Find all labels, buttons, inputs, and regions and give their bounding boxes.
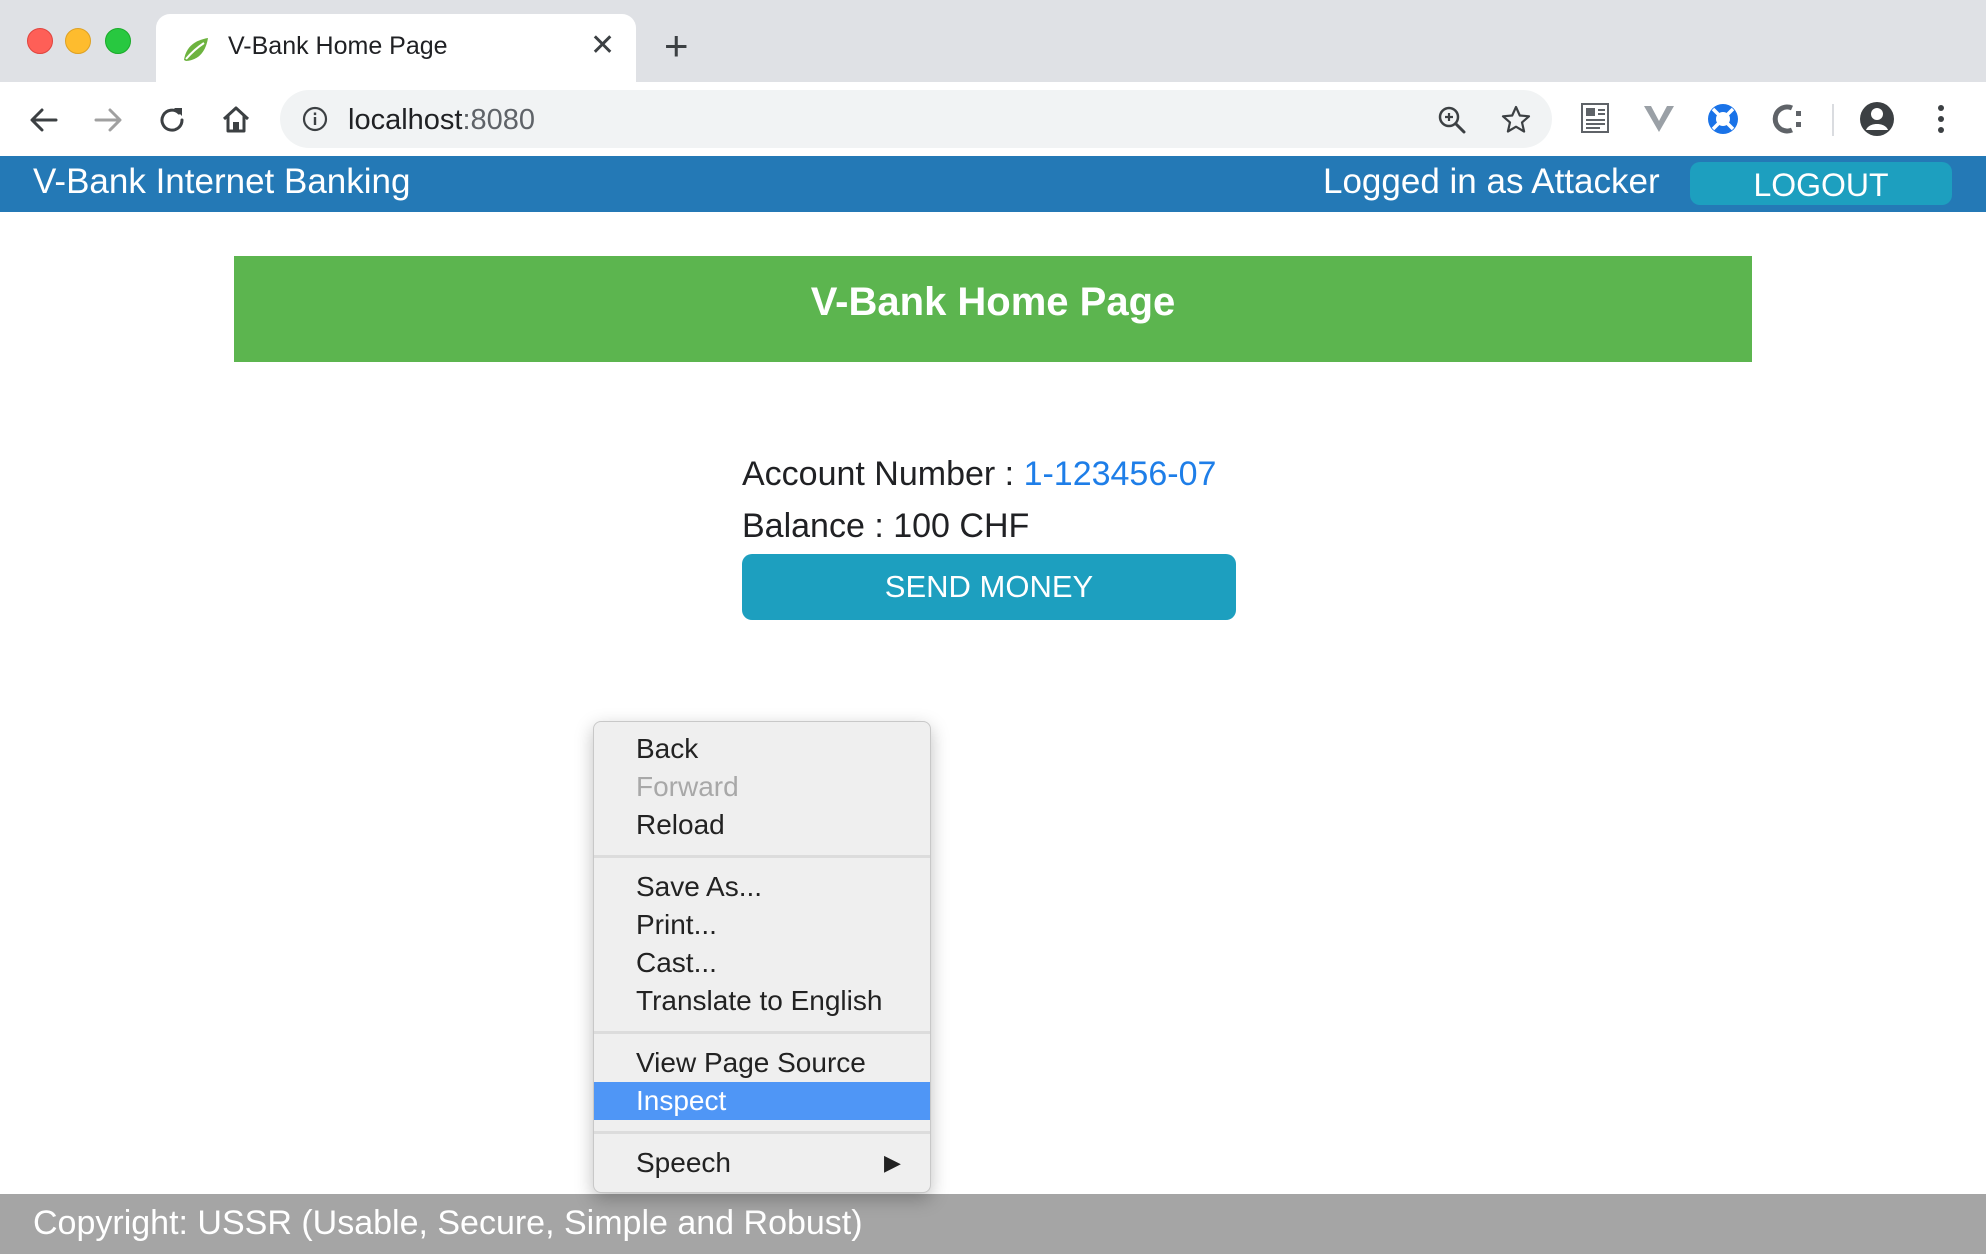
tab-title: V-Bank Home Page — [228, 32, 448, 60]
tab-close-icon[interactable]: ✕ — [590, 30, 615, 62]
home-icon[interactable] — [216, 100, 256, 140]
submenu-arrow-icon: ▶ — [884, 1150, 901, 1175]
window-minimize-button[interactable] — [65, 28, 91, 54]
send-money-button[interactable]: SEND MONEY — [742, 554, 1236, 620]
app-header: V-Bank Internet Banking Logged in as Att… — [0, 156, 1986, 212]
address-bar[interactable]: localhost:8080 — [280, 90, 1552, 148]
menu-item-view-source[interactable]: View Page Source — [594, 1044, 930, 1082]
logged-in-status: Logged in as Attacker — [1323, 162, 1660, 201]
bookmark-star-icon[interactable] — [1500, 104, 1532, 136]
browser-toolbar: localhost:8080 — [0, 82, 1986, 156]
account-number-label: Account Number : — [742, 455, 1024, 493]
url-port: :8080 — [462, 104, 536, 136]
extension-reader-icon[interactable] — [1578, 100, 1616, 138]
menu-item-label: Inspect — [636, 1085, 727, 1116]
menu-separator — [594, 1031, 930, 1034]
menu-item-label: Speech — [636, 1147, 731, 1178]
menu-item-label: Translate to English — [636, 985, 883, 1016]
extension-c-icon[interactable] — [1770, 100, 1808, 138]
menu-item-label: Back — [636, 733, 699, 764]
menu-item-label: Save As... — [636, 871, 763, 902]
url-host: localhost — [348, 104, 463, 136]
balance-row: Balance : 100 CHF — [742, 507, 1029, 546]
page-title-banner: V-Bank Home Page — [234, 256, 1752, 362]
footer-copyright: Copyright: USSR (Usable, Secure, Simple … — [33, 1204, 863, 1242]
site-info-icon[interactable] — [302, 106, 328, 132]
balance-value: 100 CHF — [893, 507, 1030, 545]
menu-item-translate[interactable]: Translate to English — [594, 982, 930, 1020]
app-footer: Copyright: USSR (Usable, Secure, Simple … — [0, 1194, 1986, 1254]
menu-separator — [594, 1131, 930, 1134]
browser-menu-icon[interactable] — [1922, 100, 1960, 138]
menu-item-reload[interactable]: Reload — [594, 806, 930, 844]
page-title: V-Bank Home Page — [810, 280, 1176, 324]
menu-item-save-as[interactable]: Save As... — [594, 868, 930, 906]
reload-icon[interactable] — [152, 100, 192, 140]
back-arrow-icon[interactable] — [24, 100, 64, 140]
menu-item-label: Cast... — [636, 947, 717, 978]
menu-item-label: Forward — [636, 771, 739, 802]
url-text[interactable]: localhost:8080 — [348, 104, 535, 137]
menu-item-forward: Forward — [594, 768, 930, 806]
menu-item-label: Reload — [636, 809, 725, 840]
menu-separator — [594, 855, 930, 858]
app-brand[interactable]: V-Bank Internet Banking — [33, 162, 410, 202]
browser-tabstrip: V-Bank Home Page ✕ + — [0, 0, 1986, 82]
browser-tab-active[interactable]: V-Bank Home Page ✕ — [156, 14, 636, 82]
logout-button[interactable]: LOGOUT — [1690, 162, 1952, 205]
balance-label: Balance : — [742, 507, 894, 545]
toolbar-divider — [1832, 104, 1834, 136]
menu-item-inspect[interactable]: Inspect — [594, 1082, 930, 1120]
menu-item-cast[interactable]: Cast... — [594, 944, 930, 982]
menu-item-speech[interactable]: Speech ▶ — [594, 1144, 930, 1182]
profile-avatar-icon[interactable] — [1858, 100, 1896, 138]
menu-item-back[interactable]: Back — [594, 730, 930, 768]
window-zoom-button[interactable] — [105, 28, 131, 54]
zoom-icon[interactable] — [1436, 104, 1468, 136]
menu-item-print[interactable]: Print... — [594, 906, 930, 944]
forward-arrow-icon[interactable] — [88, 100, 128, 140]
menu-item-label: View Page Source — [636, 1047, 866, 1078]
new-tab-button[interactable]: + — [664, 25, 689, 67]
spring-leaf-icon — [184, 38, 208, 61]
account-number-row: Account Number : 1-123456-07 — [742, 455, 1216, 494]
extension-lifebuoy-icon[interactable] — [1704, 100, 1742, 138]
context-menu: Back Forward Reload Save As... Print... … — [593, 721, 931, 1193]
account-number-link[interactable]: 1-123456-07 — [1024, 455, 1217, 493]
extension-v-icon[interactable] — [1640, 100, 1678, 138]
window-close-button[interactable] — [27, 28, 53, 54]
menu-item-label: Print... — [636, 909, 717, 940]
